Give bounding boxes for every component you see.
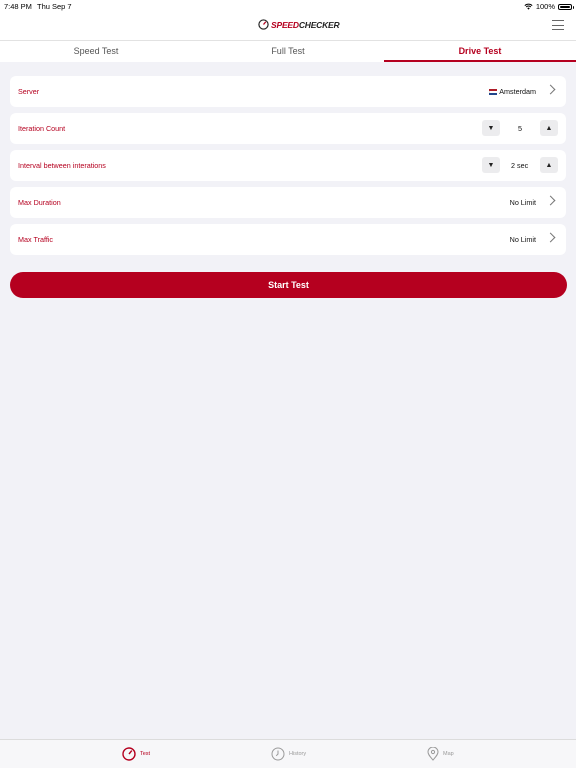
speedchecker-logo: SPEEDCHECKER (258, 19, 340, 30)
bottom-tab-test-label: Test (140, 751, 151, 757)
tab-speed-test[interactable]: Speed Test (0, 41, 192, 62)
bottom-tab-test[interactable]: Test (122, 747, 150, 761)
bottom-tab-bar: Test History Map (0, 739, 576, 768)
status-time: 7:48 PM (4, 2, 32, 11)
app-header: SPEEDCHECKER (0, 12, 576, 40)
interval-increment-button[interactable]: ▲ (540, 157, 558, 173)
bottom-tab-map[interactable]: Map (427, 747, 454, 761)
tab-full-test[interactable]: Full Test (192, 41, 384, 62)
logo-text-speed: SPEED (271, 19, 299, 30)
bottom-tab-map-label: Map (443, 751, 454, 757)
server-value-text: Amsterdam (499, 87, 536, 96)
wifi-icon (524, 3, 533, 10)
bottom-tab-history-label: History (289, 751, 307, 757)
chevron-right-icon (545, 232, 556, 243)
iteration-count-row: Iteration Count ▼ 5 ▲ (10, 113, 566, 144)
interval-decrement-button[interactable]: ▼ (482, 157, 500, 173)
iteration-increment-button[interactable]: ▲ (540, 120, 558, 136)
status-date: Thu Sep 7 (37, 2, 72, 11)
chevron-right-icon (545, 84, 556, 95)
bottom-tab-history[interactable]: History (271, 747, 306, 761)
max-duration-row[interactable]: Max Duration No Limit (10, 187, 566, 218)
chevron-right-icon (545, 195, 556, 206)
tab-drive-test[interactable]: Drive Test (384, 41, 576, 62)
test-type-tabs: Speed Test Full Test Drive Test (0, 40, 576, 62)
server-row[interactable]: Server Amsterdam (10, 76, 566, 107)
logo-text-checker: CHECKER (298, 19, 340, 30)
max-traffic-label: Max Traffic (18, 235, 54, 244)
start-test-button[interactable]: Start Test (10, 272, 567, 298)
battery-percent: 100% (535, 2, 555, 11)
iteration-count-value: 5 (518, 124, 522, 133)
battery-icon (558, 3, 574, 10)
max-traffic-value: No Limit (509, 235, 536, 244)
max-duration-label: Max Duration (18, 198, 61, 207)
server-value: Amsterdam (489, 87, 536, 96)
max-duration-value: No Limit (509, 198, 536, 207)
clock-icon (271, 747, 285, 761)
status-right: 100% (524, 2, 574, 11)
interval-value: 2 sec (511, 161, 529, 170)
iteration-decrement-button[interactable]: ▼ (482, 120, 500, 136)
hamburger-menu-icon[interactable] (552, 20, 564, 30)
server-label: Server (18, 87, 40, 96)
interval-label: Interval between interations (18, 161, 106, 170)
max-traffic-row[interactable]: Max Traffic No Limit (10, 224, 566, 255)
logo-gauge-icon (258, 19, 269, 30)
speedometer-icon (122, 747, 136, 761)
iteration-count-label: Iteration Count (18, 124, 66, 133)
interval-row: Interval between interations ▼ 2 sec ▲ (10, 150, 566, 181)
netherlands-flag-icon (489, 89, 498, 95)
map-pin-icon (427, 747, 439, 761)
status-bar: 7:48 PM Thu Sep 7 100% (0, 0, 576, 12)
